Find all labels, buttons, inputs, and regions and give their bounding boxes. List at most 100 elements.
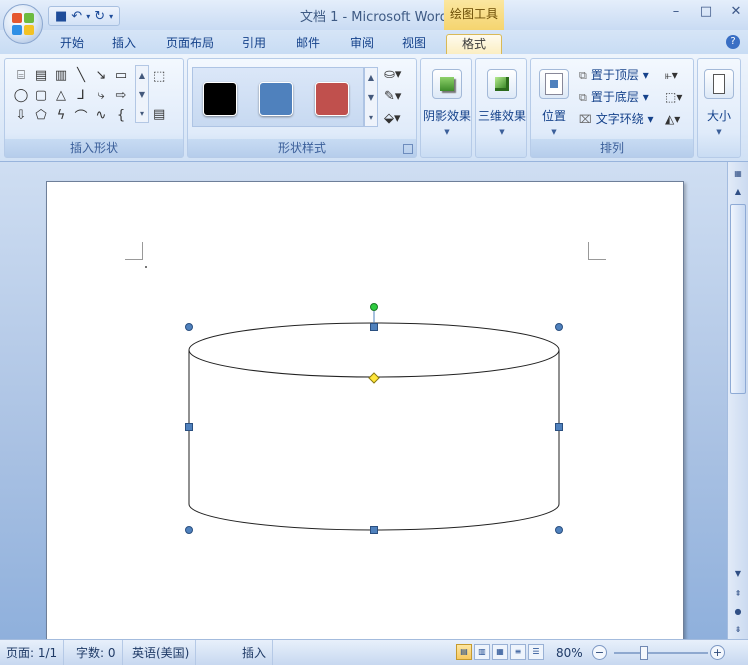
styles-scroll-up-icon[interactable]: ▲	[365, 68, 377, 88]
office-button[interactable]	[3, 4, 43, 44]
tab-format[interactable]: 格式	[446, 34, 502, 54]
down-arrow-shape-icon[interactable]: ⇩	[11, 105, 31, 125]
shapes-more-icon[interactable]: ▾	[136, 104, 148, 123]
undo-dropdown-icon[interactable]: ▾	[86, 12, 90, 21]
shapes-scroll-up-icon[interactable]: ▲	[136, 66, 148, 85]
zoom-slider-thumb[interactable]	[640, 646, 648, 660]
size-button[interactable]: 大小 ▼	[698, 65, 740, 139]
align-button[interactable]: ⫦▾	[665, 65, 691, 85]
tab-page-layout[interactable]: 页面布局	[160, 34, 220, 54]
resize-handle-top[interactable]	[370, 323, 378, 331]
full-screen-reading-view-icon[interactable]: ▥	[474, 644, 490, 660]
previous-page-icon[interactable]: ⇞	[730, 586, 746, 602]
triangle-shape-icon[interactable]: △	[51, 85, 71, 105]
styles-scroll-down-icon[interactable]: ▼	[365, 88, 377, 108]
status-page[interactable]: 页面: 1/1	[0, 640, 65, 665]
scroll-up-icon[interactable]: ▲	[730, 184, 746, 200]
arc-shape-icon[interactable]: ⌒	[71, 105, 91, 125]
ruler-toggle-icon[interactable]: ▦	[730, 166, 746, 182]
change-shape-icon[interactable]: ⬙▾	[384, 111, 414, 133]
web-layout-view-icon[interactable]: ▦	[492, 644, 508, 660]
brace-shape-icon[interactable]: {	[111, 105, 131, 125]
shapes-scroll-down-icon[interactable]: ▼	[136, 85, 148, 104]
edit-shape-icon[interactable]: ⬚	[153, 69, 165, 84]
resize-handle-bottom[interactable]	[370, 526, 378, 534]
maximize-icon[interactable]: □	[698, 4, 714, 19]
close-icon[interactable]: ✕	[728, 4, 744, 19]
help-icon[interactable]: ?	[726, 35, 740, 49]
customize-qat-icon[interactable]: ▾	[109, 12, 113, 21]
vertical-textbox-shape-icon[interactable]: ▥	[51, 65, 71, 85]
quick-access-toolbar: ■ ↶ ▾ ↻ ▾	[48, 6, 121, 26]
status-language[interactable]: 英语(美国)	[126, 640, 197, 665]
shape-styles-gallery	[192, 67, 364, 127]
scroll-down-icon[interactable]: ▼	[730, 566, 746, 582]
style-swatch-black[interactable]	[203, 82, 237, 116]
position-button[interactable]: 位置 ▼	[531, 65, 577, 139]
outline-view-icon[interactable]: ≡	[510, 644, 526, 660]
tab-references[interactable]: 引用	[234, 34, 274, 54]
lightning-shape-icon[interactable]: ϟ	[51, 105, 71, 125]
vertical-scrollbar[interactable]: ▦ ▲ ▼ ⇞ ● ⇟	[727, 162, 748, 639]
print-layout-view-icon[interactable]: ▤	[456, 644, 472, 660]
style-swatch-blue[interactable]	[259, 82, 293, 116]
curve-shape-icon[interactable]: ∿	[91, 105, 111, 125]
line-shape-icon[interactable]: ╲	[71, 65, 91, 85]
rotate-button[interactable]: ◭▾	[665, 109, 691, 129]
status-word-count[interactable]: 字数: 0	[70, 640, 123, 665]
scroll-thumb[interactable]	[730, 204, 746, 394]
title-bar: 文档 1 - Microsoft Word 绘图工具 ■ ↶ ▾ ↻ ▾ – □…	[0, 0, 748, 30]
text-wrapping-button[interactable]: ⌧ 文字环绕 ▾	[579, 109, 654, 129]
tab-insert[interactable]: 插入	[104, 34, 144, 54]
zoom-in-icon[interactable]: +	[710, 645, 725, 660]
rectangle-shape-icon[interactable]: ▭	[111, 65, 131, 85]
shadow-effects-button[interactable]: 阴影效果 ▼	[421, 65, 473, 139]
resize-handle-bottom-left[interactable]	[185, 526, 193, 534]
select-browse-object-icon[interactable]: ●	[730, 604, 746, 620]
draft-view-icon[interactable]: ☰	[528, 644, 544, 660]
3d-effects-button[interactable]: 三维效果 ▼	[476, 65, 528, 139]
tab-view[interactable]: 视图	[394, 34, 434, 54]
resize-handle-bottom-right[interactable]	[555, 526, 563, 534]
elbow-connector-shape-icon[interactable]: ⅃	[71, 85, 91, 105]
bring-to-front-button[interactable]: ⧉ 置于顶层 ▾	[579, 65, 649, 85]
oval-shape-icon[interactable]: ◯	[11, 85, 31, 105]
shape-fill-icon[interactable]: ⛀▾	[384, 67, 414, 89]
textbox-shape-icon[interactable]: ▤	[31, 65, 51, 85]
status-bar: 页面: 1/1 字数: 0 英语(美国) 插入 ▤ ▥ ▦ ≡ ☰ 80% − …	[0, 639, 748, 665]
cylinder-shape[interactable]	[188, 322, 560, 531]
zoom-slider-track[interactable]	[614, 652, 708, 654]
tab-review[interactable]: 审阅	[342, 34, 382, 54]
resize-handle-right[interactable]	[555, 423, 563, 431]
resize-handle-left[interactable]	[185, 423, 193, 431]
rotate-handle[interactable]	[370, 303, 378, 311]
right-arrow-shape-icon[interactable]: ⇨	[111, 85, 131, 105]
shape-outline-icon[interactable]: ✎▾	[384, 89, 414, 111]
resize-handle-top-right[interactable]	[555, 323, 563, 331]
edit-text-icon[interactable]: ▤	[153, 107, 165, 122]
shape-styles-dialog-launcher-icon[interactable]	[403, 144, 413, 154]
pentagon-shape-icon[interactable]: ⬠	[31, 105, 51, 125]
tab-home[interactable]: 开始	[50, 34, 94, 54]
minimize-icon[interactable]: –	[668, 4, 684, 19]
arrow-line-shape-icon[interactable]: ↘	[91, 65, 111, 85]
group-objects-button[interactable]: ⬚▾	[665, 87, 691, 107]
resize-handle-top-left[interactable]	[185, 323, 193, 331]
zoom-level[interactable]: 80%	[556, 640, 583, 665]
elbow-arrow-shape-icon[interactable]: ⤷	[91, 85, 111, 105]
styles-more-icon[interactable]: ▾	[365, 108, 377, 128]
save-icon[interactable]: ■	[55, 9, 67, 24]
group-label-arrange: 排列	[531, 139, 693, 157]
zoom-out-icon[interactable]: −	[592, 645, 607, 660]
next-page-icon[interactable]: ⇟	[730, 622, 746, 638]
group-3d-effects: 三维效果 ▼	[475, 58, 527, 158]
status-insert-mode[interactable]: 插入	[236, 640, 274, 665]
undo-icon[interactable]: ↶	[71, 9, 82, 24]
rounded-rect-shape-icon[interactable]: ▢	[31, 85, 51, 105]
cylinder-shape-icon[interactable]: ⌸	[11, 65, 31, 85]
tab-mailings[interactable]: 邮件	[288, 34, 328, 54]
send-to-back-button[interactable]: ⧉ 置于底层 ▾	[579, 87, 649, 107]
style-swatch-red[interactable]	[315, 82, 349, 116]
redo-icon[interactable]: ↻	[94, 9, 105, 24]
document-page[interactable]	[46, 181, 684, 639]
